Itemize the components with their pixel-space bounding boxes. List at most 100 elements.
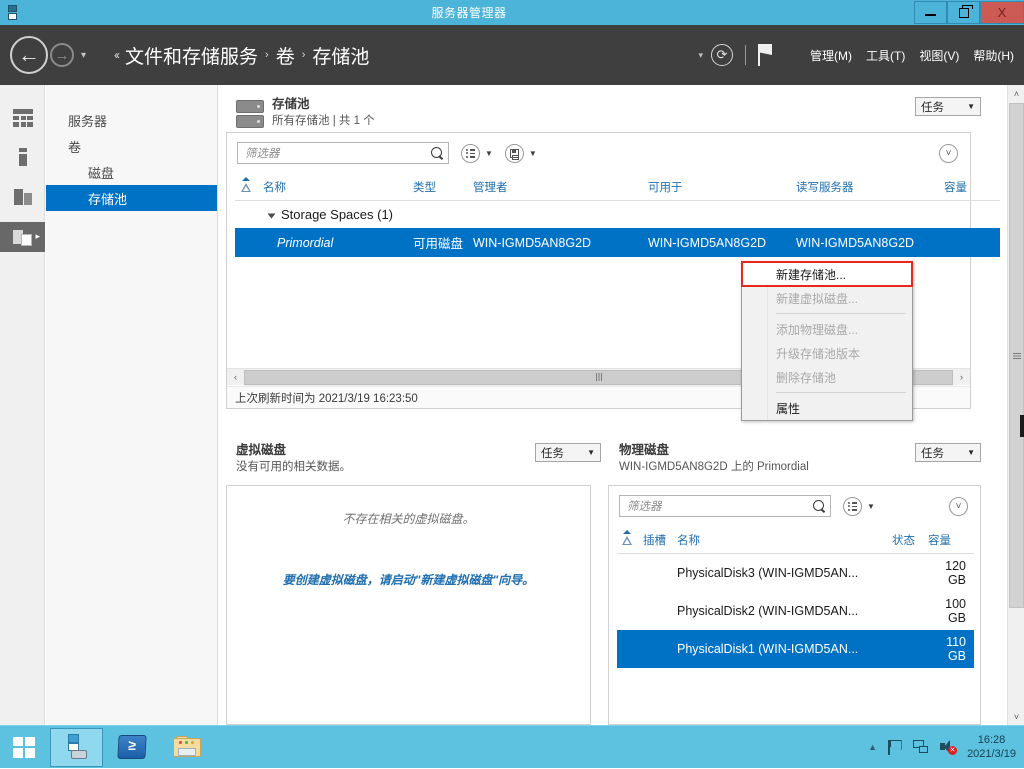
column-header-name[interactable]: 名称 xyxy=(259,173,409,201)
rail-item-volumes[interactable] xyxy=(0,144,45,170)
window-title: 服务器管理器 xyxy=(24,4,914,21)
navbar-dropdown-caret[interactable]: ▾ xyxy=(698,50,703,61)
virtual-disk-empty-box: 不存在相关的虚拟磁盘。 要创建虚拟磁盘，请启动"新建虚拟磁盘"向导。 xyxy=(226,485,591,725)
context-menu-item-properties[interactable]: 属性 xyxy=(742,396,912,420)
warning-icon[interactable] xyxy=(617,526,639,554)
scroll-down-arrow[interactable]: ˅ xyxy=(1008,708,1024,725)
physical-disk-box: 筛选器 ▼ ˅ 插槽 名称 状态 xyxy=(608,485,981,725)
menu-view[interactable]: 视图(V) xyxy=(919,47,959,64)
server-manager-taskbar-icon[interactable] xyxy=(50,728,103,767)
storage-pool-icon xyxy=(236,100,264,128)
column-header-type[interactable]: 类型 xyxy=(409,173,469,201)
virtual-disk-task-button[interactable]: 任务 ▼ xyxy=(535,443,601,462)
search-icon xyxy=(431,147,444,160)
rail-item-servers[interactable] xyxy=(0,105,45,131)
show-hidden-icons-icon[interactable]: ▲ xyxy=(868,742,877,752)
table-row[interactable]: PhysicalDisk1 (WIN-IGMD5AN... 110 GB xyxy=(617,630,974,668)
physical-disk-task-button[interactable]: 任务 ▼ xyxy=(915,443,981,462)
file-explorer-taskbar-icon[interactable] xyxy=(160,728,213,767)
rail-expand-caret[interactable]: ▸ xyxy=(35,231,40,242)
physical-disk-header-row: 插槽 名称 状态 容量 xyxy=(617,526,974,554)
virtual-disk-task-label: 任务 xyxy=(541,445,564,461)
disk-name-cell: PhysicalDisk1 (WIN-IGMD5AN... xyxy=(673,630,888,668)
restore-button[interactable] xyxy=(947,1,980,24)
volume-muted-icon[interactable]: ✕ xyxy=(940,740,956,754)
column-header-status[interactable]: 状态 xyxy=(888,526,924,554)
disk-slot-cell xyxy=(639,630,673,668)
search-placeholder: 筛选器 xyxy=(627,498,813,514)
vscroll-position-marker xyxy=(1020,415,1024,437)
chevron-down-icon: ▼ xyxy=(967,102,975,111)
storage-pools-search-input[interactable]: 筛选器 xyxy=(237,142,449,164)
scroll-up-arrow[interactable]: ˄ xyxy=(1008,85,1024,102)
list-view-icon[interactable] xyxy=(843,497,862,516)
powershell-taskbar-icon[interactable]: ≥ xyxy=(105,728,158,767)
column-header-managed-by[interactable]: 管理者 xyxy=(469,173,644,201)
vscroll-thumb[interactable] xyxy=(1009,103,1024,608)
column-header-capacity[interactable]: 容量 xyxy=(940,173,1000,201)
table-row[interactable]: PhysicalDisk3 (WIN-IGMD5AN... 120 GB xyxy=(617,554,974,593)
breadcrumb-separator-1: › xyxy=(302,49,306,61)
column-header-available-to[interactable]: 可用于 xyxy=(644,173,792,201)
context-menu-item-new-storage-pool[interactable]: 新建存储池... xyxy=(742,262,912,286)
save-query-caret-icon[interactable]: ▼ xyxy=(529,149,537,158)
sidebar-item-volumes[interactable]: 卷 xyxy=(46,133,217,159)
chevron-down-icon[interactable]: ˅ xyxy=(949,497,968,516)
table-row[interactable]: PhysicalDisk2 (WIN-IGMD5AN... 100 GB xyxy=(617,592,974,630)
scroll-right-arrow[interactable]: › xyxy=(953,369,970,386)
pool-capacity-cell xyxy=(940,228,1000,257)
title-bar: 服务器管理器 X xyxy=(0,0,1024,25)
sidebar-item-disks[interactable]: 磁盘 xyxy=(46,159,217,185)
forward-arrow-icon[interactable]: → xyxy=(50,43,74,67)
breadcrumb-item-1[interactable]: 卷 xyxy=(276,42,295,69)
vertical-scrollbar[interactable]: ˄ ˅ xyxy=(1007,85,1024,725)
column-header-slot[interactable]: 插槽 xyxy=(639,526,673,554)
pool-type-cell: 可用磁盘 xyxy=(409,228,469,257)
flag-icon[interactable] xyxy=(758,44,776,66)
storage-pools-header-row: 名称 类型 管理者 可用于 读写服务器 容量 xyxy=(235,173,1000,201)
sidebar-item-servers[interactable]: 服务器 xyxy=(46,107,217,133)
virtual-disk-title: 虚拟磁盘 xyxy=(236,443,351,458)
table-group-row[interactable]: Storage Spaces (1) xyxy=(235,201,1000,229)
menu-manage[interactable]: 管理(M) xyxy=(810,47,852,64)
action-center-flag-icon[interactable] xyxy=(888,740,902,755)
minimize-button[interactable] xyxy=(914,1,947,24)
back-arrow-icon[interactable]: ← xyxy=(10,36,48,74)
breadcrumb-item-0[interactable]: 文件和存储服务 xyxy=(125,42,258,69)
storage-pools-title: 存储池 xyxy=(272,97,375,112)
breadcrumb-item-2[interactable]: 存储池 xyxy=(312,42,369,69)
list-view-caret-icon[interactable]: ▼ xyxy=(867,502,875,511)
column-header-read-write-server[interactable]: 读写服务器 xyxy=(792,173,940,201)
table-row[interactable]: Primordial 可用磁盘 WIN-IGMD5AN8G2D WIN-IGMD… xyxy=(235,228,1000,257)
chevron-down-icon: ▼ xyxy=(587,448,595,457)
list-view-caret-icon[interactable]: ▼ xyxy=(485,149,493,158)
clock-time: 16:28 xyxy=(967,733,1016,747)
refresh-icon[interactable]: ⟳ xyxy=(711,44,733,66)
column-header-disk-name[interactable]: 名称 xyxy=(673,526,888,554)
menu-help[interactable]: 帮助(H) xyxy=(973,47,1014,64)
pool-read-write-server-cell: WIN-IGMD5AN8G2D xyxy=(792,228,940,257)
chevron-down-icon[interactable]: ˅ xyxy=(939,144,958,163)
sidebar-item-storage-pools[interactable]: 存储池 xyxy=(46,185,217,211)
breadcrumb-separator-0: › xyxy=(265,49,269,61)
disk-status-cell xyxy=(888,630,924,668)
close-button[interactable]: X xyxy=(980,1,1024,24)
rail-item-storage-pools[interactable]: ▸ xyxy=(0,222,45,252)
group-collapse-caret-icon[interactable] xyxy=(268,213,276,218)
warning-icon[interactable] xyxy=(235,173,259,201)
column-header-disk-capacity[interactable]: 容量 xyxy=(924,526,974,554)
history-dropdown-caret[interactable]: ▾ xyxy=(81,50,86,61)
windows-start-icon[interactable] xyxy=(0,726,48,769)
save-query-icon[interactable] xyxy=(505,144,524,163)
rail-item-disks[interactable] xyxy=(0,183,45,209)
disk-name-cell: PhysicalDisk2 (WIN-IGMD5AN... xyxy=(673,592,888,630)
breadcrumb-lead-icon[interactable]: ‹‹ xyxy=(114,48,118,62)
network-icon[interactable] xyxy=(913,740,929,754)
storage-pools-task-button[interactable]: 任务 ▼ xyxy=(915,97,981,116)
physical-disk-search-input[interactable]: 筛选器 xyxy=(619,495,831,517)
virtual-disk-wizard-link[interactable]: 要创建虚拟磁盘，请启动"新建虚拟磁盘"向导。 xyxy=(283,571,534,588)
menu-tools[interactable]: 工具(T) xyxy=(866,47,905,64)
list-view-icon[interactable] xyxy=(461,144,480,163)
clock[interactable]: 16:28 2021/3/19 xyxy=(967,733,1016,761)
scroll-left-arrow[interactable]: ‹ xyxy=(227,369,244,386)
